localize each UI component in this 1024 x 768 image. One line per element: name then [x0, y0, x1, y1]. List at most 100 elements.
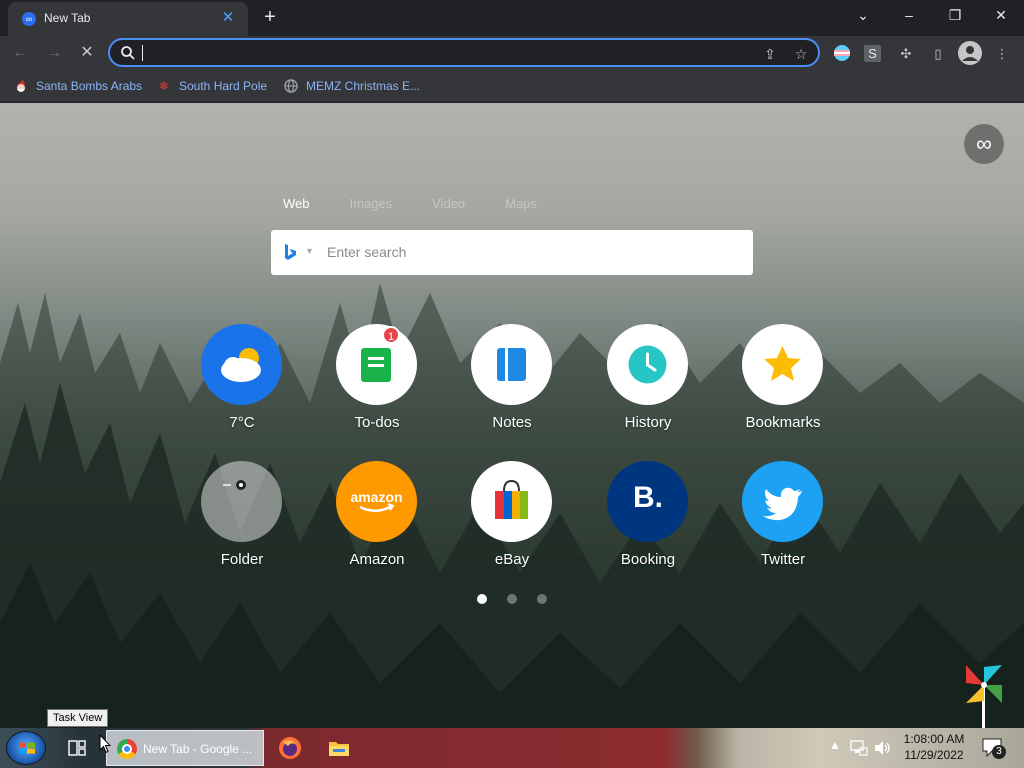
task-view-tooltip: Task View [47, 709, 109, 727]
start-button[interactable] [6, 731, 46, 765]
amazon-icon: amazon [336, 461, 417, 542]
taskbar-chrome-window[interactable]: New Tab - Google ... [106, 730, 264, 766]
tab-search-icon[interactable]: ⌄ [848, 4, 878, 26]
tile-label: Twitter [760, 551, 806, 568]
volume-icon[interactable] [873, 739, 891, 757]
bookmark-star-icon[interactable]: ☆ [791, 44, 811, 64]
star-icon [742, 324, 823, 405]
tile-todos[interactable]: 1 To-dos [322, 324, 432, 444]
tile-label: 7°C [229, 414, 255, 431]
back-button[interactable]: ← [8, 41, 32, 65]
ebay-bag-icon [471, 461, 552, 542]
page-dot[interactable] [537, 594, 547, 604]
bookmark-item[interactable]: ❄ South Hard Pole [157, 77, 267, 95]
santa-icon [17, 80, 25, 92]
page-dot[interactable] [507, 594, 517, 604]
pinwheel-icon[interactable] [962, 661, 1006, 728]
tile-twitter[interactable]: Twitter [728, 461, 838, 581]
profile-avatar-icon[interactable] [958, 41, 982, 65]
history-icon [607, 324, 688, 405]
tile-booking[interactable]: B. Booking [593, 461, 703, 581]
share-icon[interactable]: ⇪ [760, 44, 780, 64]
network-icon[interactable] [850, 739, 868, 757]
search-icon [121, 46, 135, 60]
tab-strip: ∞ New Tab ✕ + ⌄ – ❐ ✕ [0, 0, 1024, 36]
taskbar: New Tab - Google ... ▲ 1:08:00 AM 11/29/… [0, 728, 1024, 768]
tab-new-tab[interactable]: ∞ New Tab ✕ [8, 2, 248, 36]
notes-icon [471, 324, 552, 405]
flag-extension-icon[interactable] [832, 44, 852, 64]
tile-bookmarks[interactable]: Bookmarks [728, 324, 838, 444]
forward-button[interactable]: → [42, 41, 66, 65]
mouse-cursor-icon [99, 734, 111, 754]
bing-icon [285, 244, 296, 260]
amazon-logo-text: amazon [350, 489, 403, 505]
tab-video[interactable]: Video [432, 196, 465, 211]
booking-logo-text: B. [633, 481, 663, 514]
tile-history[interactable]: History [593, 324, 703, 444]
notification-badge: 1 [382, 326, 400, 344]
bookmark-item[interactable]: Santa Bombs Arabs [14, 77, 142, 95]
close-tab-icon[interactable]: ✕ [218, 8, 238, 28]
tile-label: Amazon [349, 551, 405, 568]
tile-label: History [624, 414, 672, 431]
clock-date: 11/29/2022 [904, 748, 964, 762]
page-indicator [477, 594, 547, 604]
address-bar[interactable]: ⇪ ☆ [108, 38, 820, 67]
chrome-icon [117, 739, 137, 759]
globe-icon [284, 79, 298, 93]
windows-logo-icon [19, 742, 35, 754]
notification-count: 3 [992, 745, 1006, 759]
firefox-icon[interactable] [278, 736, 302, 760]
browser-menu-icon[interactable]: ⋮ [992, 44, 1012, 64]
snowflake-icon: ❄ [158, 79, 170, 93]
infinity-favicon-icon: ∞ [22, 12, 36, 26]
page-dot[interactable] [477, 594, 487, 604]
taskbar-clock[interactable]: 1:08:00 AM 11/29/2022 [896, 731, 972, 763]
tile-weather[interactable]: 7°C [187, 324, 297, 444]
chevron-down-icon[interactable]: ▼ [305, 246, 314, 256]
infinity-menu-button[interactable]: ∞ [964, 124, 1004, 164]
search-input[interactable]: Enter search [327, 244, 406, 260]
close-window-button[interactable]: ✕ [986, 4, 1016, 26]
todos-icon [336, 324, 417, 405]
booking-icon: B. [607, 461, 688, 542]
taskbar-window-label: New Tab - Google ... [143, 742, 253, 756]
tile-notes[interactable]: Notes [457, 324, 567, 444]
task-view-button[interactable] [62, 733, 92, 763]
tile-folder[interactable]: Folder [187, 461, 297, 581]
screen: ∞ New Tab ✕ + ⌄ – ❐ ✕ ← → ✕ ⇪ ☆ S ✣ ▯ ⋮ [0, 0, 1024, 768]
s-extension-icon[interactable]: S [864, 45, 881, 62]
tab-title: New Tab [44, 11, 91, 25]
restore-button[interactable]: ❐ [940, 4, 970, 26]
twitter-bird-icon [742, 461, 823, 542]
tile-label: To-dos [354, 414, 400, 431]
action-center-icon[interactable]: 3 [980, 736, 1006, 760]
side-panel-icon[interactable]: ▯ [928, 44, 948, 64]
tab-maps[interactable]: Maps [505, 196, 537, 211]
tile-label: Booking [620, 551, 676, 568]
search-category-tabs: Web Images Video Maps [283, 196, 577, 211]
new-tab-button[interactable]: + [258, 5, 282, 29]
new-tab-page: ∞ Web Images Video Maps ▼ Enter search 7… [0, 103, 1024, 728]
tile-label: Folder [220, 551, 264, 568]
stop-loading-button[interactable]: ✕ [75, 41, 99, 65]
tile-ebay[interactable]: eBay [457, 461, 567, 581]
bookmarks-bar: Santa Bombs Arabs ❄ South Hard Pole MEMZ… [0, 70, 1024, 102]
folder-icon [201, 461, 282, 542]
file-explorer-icon[interactable] [327, 736, 351, 760]
tile-label: eBay [494, 551, 530, 568]
tray-overflow-icon[interactable]: ▲ [829, 738, 841, 752]
minimize-button[interactable]: – [894, 4, 924, 26]
text-caret [142, 45, 143, 61]
tile-label: Notes [492, 414, 532, 431]
weather-icon [201, 324, 282, 405]
extensions-puzzle-icon[interactable]: ✣ [896, 44, 916, 64]
tile-amazon[interactable]: amazon Amazon [322, 461, 432, 581]
tab-images[interactable]: Images [350, 196, 393, 211]
bookmark-item[interactable]: MEMZ Christmas E... [284, 77, 420, 95]
tile-label: Bookmarks [745, 414, 821, 431]
clock-time: 1:08:00 AM [903, 732, 965, 746]
tab-web[interactable]: Web [283, 196, 310, 211]
search-box[interactable]: ▼ Enter search [271, 230, 753, 275]
